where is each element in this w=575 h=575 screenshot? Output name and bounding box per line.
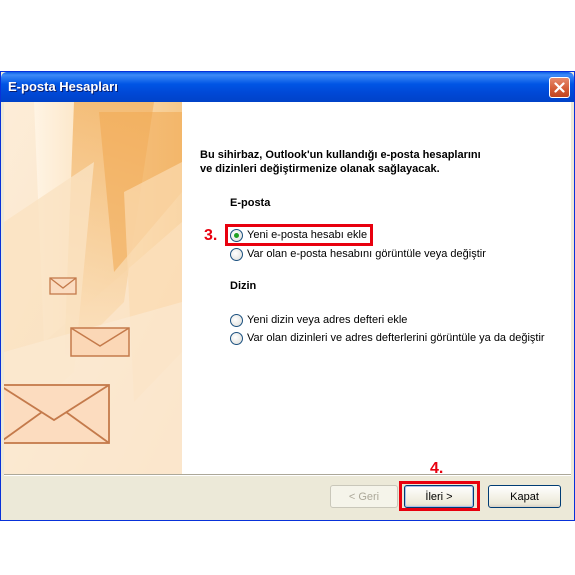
back-button[interactable]: < Geri (330, 485, 398, 508)
email-section-heading: E-posta (230, 197, 271, 209)
radio-button-icon[interactable] (230, 313, 243, 327)
close-button[interactable]: Kapat (488, 485, 561, 508)
step-3-label: 3. (204, 227, 218, 244)
step-4-label: 4. (430, 460, 444, 477)
step-3-highlight (225, 224, 373, 246)
intro-line-2: ve dizinleri değiştirmenize olanak sağla… (200, 163, 440, 175)
radio-view-directories-label: Var olan dizinleri ve adres defterlerini… (247, 332, 545, 344)
intro-text: Bu sihirbaz, Outlook'un kullandığı e-pos… (200, 148, 560, 176)
directory-section-heading: Dizin (230, 280, 257, 292)
radio-new-directory-label: Yeni dizin veya adres defteri ekle (247, 314, 408, 326)
next-button[interactable]: İleri > (404, 485, 474, 508)
wizard-main-panel: Bu sihirbaz, Outlook'un kullandığı e-pos… (4, 102, 571, 474)
email-accounts-dialog: E-posta Hesapları Bu sihirbaz, Outlook'u… (0, 71, 575, 521)
wizard-content: Bu sihirbaz, Outlook'un kullandığı e-pos… (4, 102, 571, 474)
radio-view-email-accounts-label: Var olan e-posta hesabını görüntüle veya… (247, 248, 486, 260)
radio-view-email-accounts[interactable]: Var olan e-posta hesabını görüntüle veya… (230, 246, 486, 262)
footer-divider (4, 474, 571, 476)
window-title: E-posta Hesapları (8, 79, 118, 94)
radio-new-directory[interactable]: Yeni dizin veya adres defteri ekle (230, 312, 407, 328)
radio-button-icon[interactable] (230, 247, 243, 261)
title-bar: E-posta Hesapları (1, 72, 574, 102)
close-window-button[interactable] (549, 77, 570, 98)
intro-line-1: Bu sihirbaz, Outlook'un kullandığı e-pos… (200, 149, 481, 161)
radio-button-icon[interactable] (230, 331, 243, 345)
close-icon (554, 82, 565, 93)
radio-view-directories[interactable]: Var olan dizinleri ve adres defterlerini… (230, 330, 545, 346)
